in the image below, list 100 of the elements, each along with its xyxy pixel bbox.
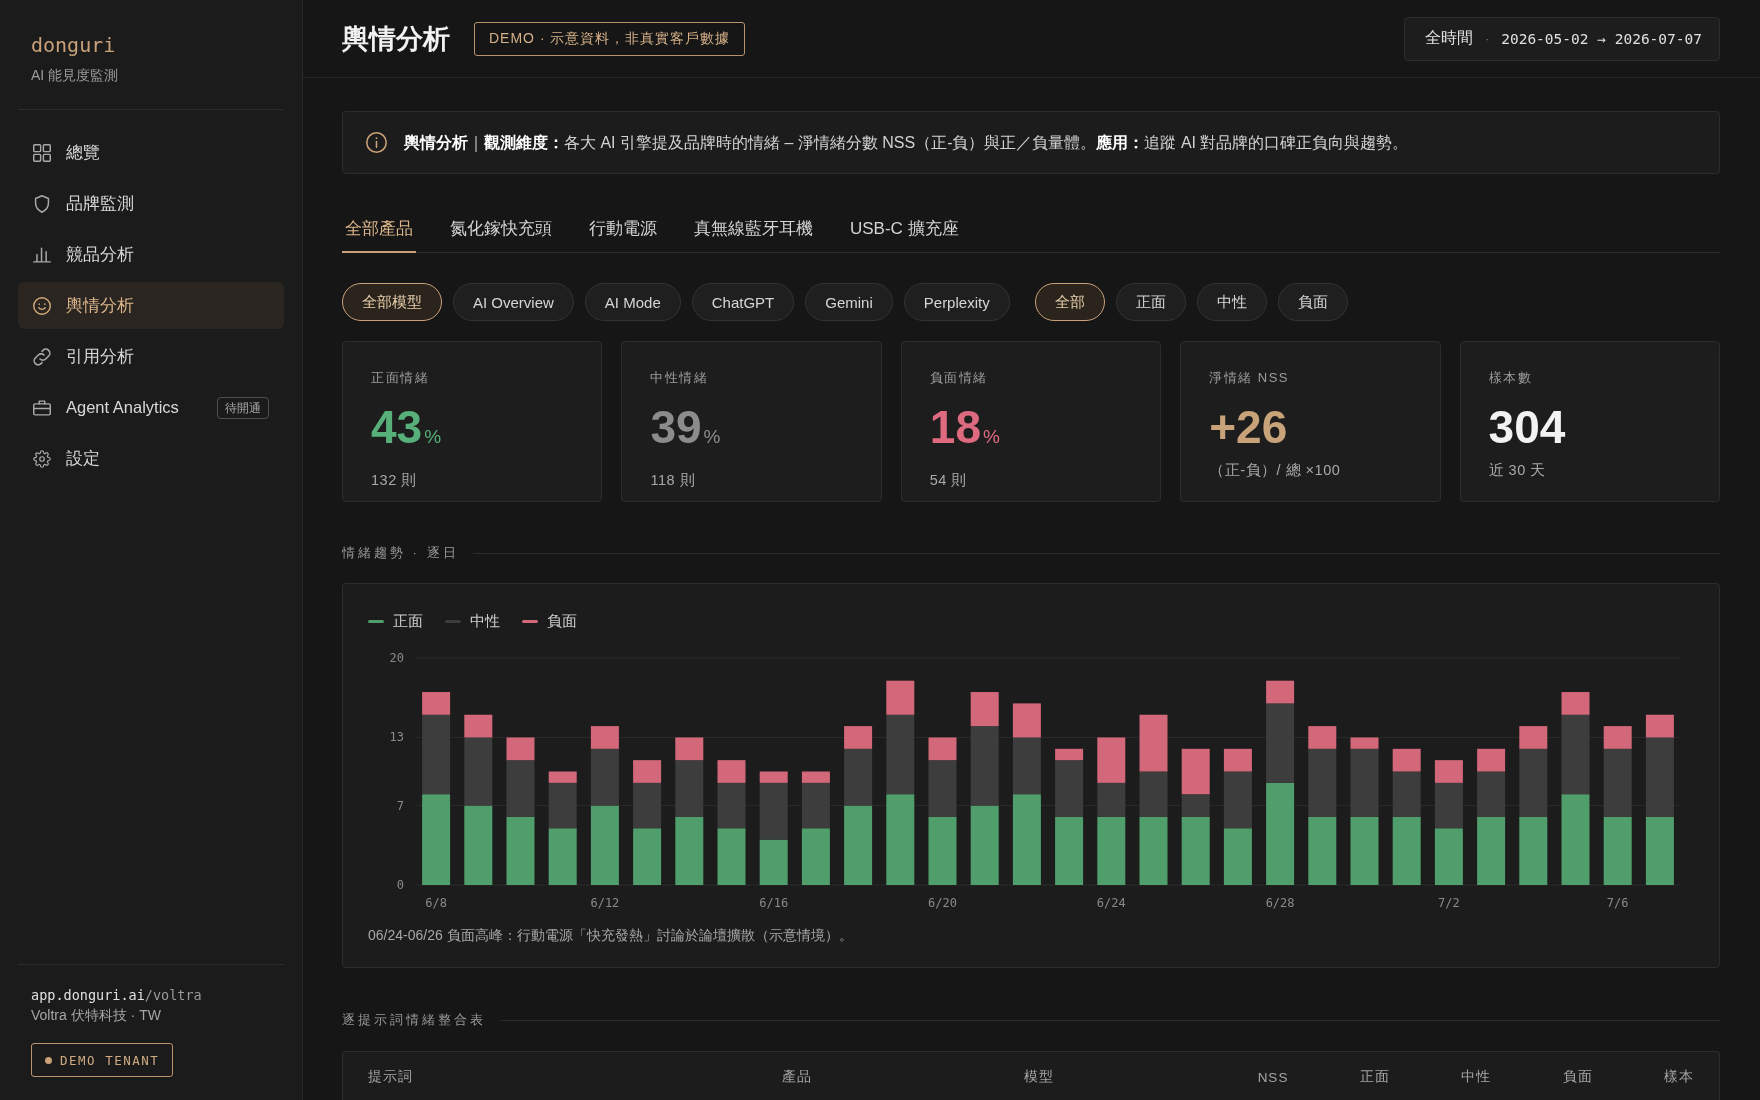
- product-tab[interactable]: 氮化鎵快充頭: [447, 204, 555, 253]
- product-tab[interactable]: 真無線藍牙耳機: [691, 204, 816, 253]
- axis-label: 20: [389, 651, 404, 665]
- axis-label: 13: [389, 730, 404, 745]
- tenant-name: Voltra 伏特科技 · TW: [31, 1006, 161, 1025]
- column-header: 正面: [1359, 1068, 1390, 1086]
- bar-segment: [1603, 816, 1632, 885]
- brand-logo: donguri: [31, 32, 116, 58]
- bar-segment: [1519, 816, 1548, 885]
- status-badge: 待開通: [217, 396, 269, 419]
- column-header: 樣本: [1664, 1068, 1694, 1086]
- bar-segment: [801, 828, 830, 885]
- page-title: 輿情分析: [342, 22, 450, 56]
- axis-label: 6/8: [425, 896, 447, 910]
- brand-tagline: AI 能見度監測: [31, 66, 119, 84]
- bar-segment: [928, 816, 957, 885]
- column-header: 產品: [782, 1068, 812, 1086]
- smiley-icon: [33, 296, 51, 315]
- product-tab[interactable]: USB-C 擴充座: [847, 204, 962, 253]
- legend-label: 負面: [547, 611, 577, 631]
- stat-value: 39%: [650, 402, 721, 455]
- axis-label: 7/2: [1438, 896, 1460, 910]
- sentiment-filter-chip[interactable]: 正面: [1115, 283, 1186, 321]
- bar-segment: [675, 816, 704, 885]
- stat-note: 54 則: [929, 471, 967, 490]
- model-filter-chip[interactable]: Gemini: [805, 283, 893, 321]
- axis-label: 7/6: [1606, 896, 1629, 910]
- date-range-picker[interactable]: 全時間 · 2026-05-02 → 2026-07-07: [1404, 16, 1720, 61]
- axis-label: 0: [396, 878, 404, 892]
- model-filter-chip[interactable]: 全部模型: [342, 283, 442, 321]
- stat-value: 18%: [929, 402, 1000, 455]
- period-label: 全時間: [1425, 28, 1474, 48]
- stat-label: 負面情緒: [929, 369, 988, 387]
- bar-segment: [717, 828, 746, 885]
- product-tab[interactable]: 行動電源: [586, 204, 660, 253]
- tenant-button[interactable]: DEMO TENANT: [31, 1043, 174, 1077]
- stat-note: 近 30 天: [1488, 461, 1546, 480]
- date-range: 2026-05-02 → 2026-07-07: [1501, 30, 1702, 47]
- model-filter-chip[interactable]: AI Overview: [453, 283, 574, 321]
- bar-segment: [1350, 816, 1379, 885]
- nav-item[interactable]: 品牌監測: [18, 180, 284, 227]
- stat-note: 132 則: [371, 471, 417, 490]
- info-text: 輿情分析｜觀測維度：各大 AI 引擎提及品牌時的情緒 – 淨情緒分數 NSS（正-負）與正／負量體。應用：追蹤 AI 對品牌的口碑正負向與趨勢。: [404, 132, 1409, 154]
- axis-label: 7: [396, 798, 404, 813]
- bar-segment: [1139, 714, 1168, 772]
- column-header: 負面: [1562, 1068, 1593, 1086]
- axis-label: 6/24: [1096, 896, 1126, 910]
- grid-icon: [33, 143, 51, 162]
- sentiment-filter-chip[interactable]: 中性: [1196, 283, 1267, 321]
- nav-item[interactable]: 輿情分析: [18, 282, 284, 329]
- nav-item[interactable]: 引用分析: [18, 333, 284, 380]
- legend-label: 中性: [470, 611, 500, 631]
- bar-segment: [1097, 737, 1126, 783]
- bar-segment: [1223, 828, 1252, 885]
- stat-label: 中性情緒: [650, 369, 709, 387]
- sentiment-filter-chip[interactable]: 負面: [1277, 283, 1348, 321]
- model-filter-chip[interactable]: ChatGPT: [691, 283, 795, 321]
- stat-value: 43%: [371, 402, 442, 455]
- axis-label: 6/20: [928, 896, 957, 910]
- nav-item[interactable]: Agent Analytics 待開通: [18, 384, 284, 431]
- bar-chart-icon: [33, 245, 51, 264]
- dot-icon: [45, 1056, 52, 1064]
- bar-segment: [633, 828, 662, 885]
- column-header: 提示詞: [368, 1068, 413, 1086]
- bar-segment: [1434, 828, 1463, 885]
- tenant-url: app.donguri.ai/voltra: [31, 986, 202, 1005]
- stat-note: （正-負）/ 總 ×100: [1209, 461, 1341, 480]
- product-tab[interactable]: 全部產品: [342, 204, 416, 253]
- column-header: NSS: [1257, 1069, 1289, 1085]
- axis-label: 6/12: [590, 896, 620, 910]
- sentiment-filter-chip[interactable]: 全部: [1034, 283, 1105, 321]
- settings-icon: [33, 449, 51, 468]
- bar-segment: [1308, 816, 1337, 885]
- bar-segment: [1055, 816, 1084, 885]
- nav-item[interactable]: 競品分析: [18, 231, 284, 278]
- nav-item[interactable]: 總覽: [18, 129, 284, 176]
- section-title: 情緒趨勢 · 逐日: [342, 544, 459, 562]
- bar-segment: [548, 828, 577, 885]
- shield-icon: [33, 194, 51, 213]
- link-icon: [33, 347, 51, 366]
- model-filter-chip[interactable]: Perplexity: [903, 283, 1010, 321]
- stat-label: 正面情緒: [371, 369, 429, 387]
- stat-label: 淨情緒 NSS: [1209, 369, 1290, 387]
- axis-label: 6/28: [1265, 896, 1295, 910]
- bar-segment: [1645, 816, 1674, 885]
- stat-note: 118 則: [650, 471, 696, 490]
- column-header: 中性: [1461, 1068, 1492, 1086]
- axis-label: 6/16: [759, 896, 789, 910]
- legend-label: 正面: [393, 611, 423, 631]
- nav-item[interactable]: 設定: [18, 435, 284, 482]
- model-filter-chip[interactable]: AI Mode: [584, 283, 681, 321]
- stat-value: +26: [1209, 402, 1288, 452]
- info-icon: [366, 132, 387, 153]
- bar-segment: [506, 816, 535, 885]
- separator: ·: [1485, 31, 1490, 46]
- stat-value: 304: [1488, 402, 1566, 452]
- column-header: 模型: [1024, 1068, 1054, 1086]
- section-title: 逐提示詞情緒整合表: [342, 1011, 486, 1029]
- bar-segment: [759, 839, 788, 885]
- stat-label: 樣本數: [1488, 369, 1533, 387]
